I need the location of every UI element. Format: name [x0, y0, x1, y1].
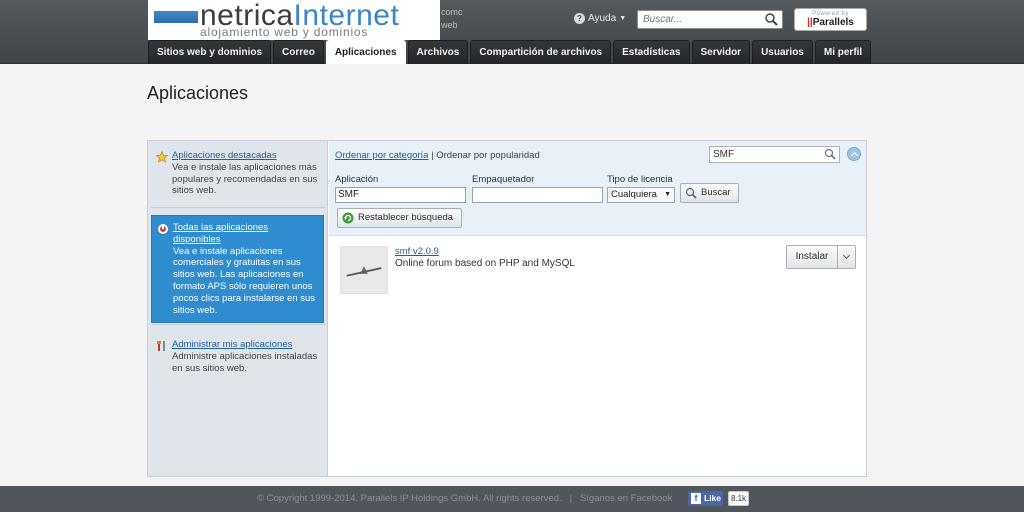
sidebar: Aplicaciones destacadas Vea e instale la…	[148, 141, 328, 476]
license-type-value: Cualquiera	[611, 189, 657, 200]
magnifier-icon	[685, 187, 697, 199]
footer-separator: |	[569, 493, 573, 504]
parallels-brand: ||Parallels	[807, 17, 854, 28]
application-input[interactable]: SMF	[335, 187, 466, 203]
sidebar-item-manage-desc: Administre aplicaciones instaladas en su…	[172, 350, 318, 374]
app-description: Online forum based on PHP and MySQL	[395, 258, 575, 269]
quick-search-field[interactable]: SMF	[709, 146, 840, 163]
catalog-icon	[158, 224, 168, 234]
facebook-icon: f	[691, 493, 701, 504]
tab-files[interactable]: Archivos	[407, 40, 469, 64]
reset-icon	[342, 212, 354, 224]
tab-server[interactable]: Servidor	[691, 40, 751, 64]
sort-separator: |	[431, 150, 434, 161]
account-info-line2: web	[441, 20, 458, 30]
collapse-filter-icon[interactable]	[847, 147, 861, 161]
company-logo[interactable]: netricaInternet alojamiento web y domini…	[148, 0, 440, 40]
catalog-main: Ordenar por categoría | Ordenar por popu…	[329, 141, 866, 476]
install-button[interactable]: Instalar	[786, 245, 838, 269]
sidebar-item-all-apps: Todas las aplicaciones disponibles Vea e…	[151, 215, 324, 324]
global-search	[637, 10, 783, 29]
tools-icon	[157, 341, 165, 351]
help-icon: ?	[574, 13, 585, 24]
help-menu[interactable]: ? Ayuda ▼	[574, 13, 626, 24]
search-button[interactable]: Buscar	[680, 183, 739, 203]
search-icon[interactable]	[763, 12, 779, 27]
footer: © Copyright 1999-2014. Parallels IP Hold…	[0, 486, 1024, 512]
packager-input[interactable]	[472, 187, 603, 203]
reset-search-button[interactable]: Restablecer búsqueda	[337, 208, 462, 228]
install-options-chevron-icon[interactable]	[838, 245, 856, 269]
tab-users[interactable]: Usuarios	[752, 40, 813, 64]
tab-statistics[interactable]: Estadísticas	[613, 40, 690, 64]
tab-file-sharing[interactable]: Compartición de archivos	[470, 40, 612, 64]
top-header: netricaInternet alojamiento web y domini…	[0, 0, 1024, 64]
filter-box: Ordenar por categoría | Ordenar por popu…	[329, 141, 866, 236]
sort-by-popularity-label: Ordenar por popularidad	[436, 150, 540, 161]
sidebar-item-manage: Administrar mis aplicaciones Administre …	[151, 333, 324, 380]
applications-panel: Aplicaciones destacadas Vea e instale la…	[147, 140, 867, 477]
app-thumbnail	[340, 246, 388, 294]
page-title: Aplicaciones	[147, 83, 249, 103]
application-label: Aplicación	[335, 174, 379, 185]
parallels-badge[interactable]: Powered by ||Parallels	[794, 8, 867, 31]
main-tabs: Sitios web y dominios Correo Aplicacione…	[148, 40, 873, 64]
like-count: 8.1k	[728, 491, 749, 506]
license-type-select[interactable]: Cualquiera ▼	[607, 187, 675, 203]
sidebar-item-all-apps-link[interactable]: Todas las aplicaciones disponibles	[173, 222, 317, 246]
tab-my-profile[interactable]: Mi perfil	[814, 40, 872, 64]
logo-mark	[154, 11, 198, 23]
sidebar-item-manage-link[interactable]: Administrar mis aplicaciones	[172, 339, 318, 351]
sidebar-divider	[151, 324, 325, 325]
packager-label: Empaquetador	[472, 174, 535, 185]
chevron-down-icon: ▼	[619, 15, 627, 22]
sidebar-item-featured: Aplicaciones destacadas Vea e instale la…	[151, 144, 324, 203]
app-name-link[interactable]: smf v2.0.9	[395, 246, 439, 257]
tab-applications[interactable]: Aplicaciones	[325, 40, 406, 64]
star-icon	[156, 151, 168, 163]
license-type-label: Tipo de licencia	[607, 174, 673, 185]
footer-text: © Copyright 1999-2014. Parallels IP Hold…	[257, 493, 672, 504]
sidebar-item-all-apps-desc: Vea e instale aplicaciones comerciales y…	[173, 245, 316, 316]
quick-search-value: SMF	[713, 149, 735, 160]
facebook-like-button[interactable]: f Like	[688, 491, 723, 506]
tab-mail[interactable]: Correo	[273, 40, 324, 64]
sort-options: Ordenar por categoría | Ordenar por popu…	[335, 150, 540, 161]
chevron-down-icon: ▼	[664, 191, 671, 198]
search-icon[interactable]	[823, 148, 837, 161]
sort-by-category-link[interactable]: Ordenar por categoría	[335, 150, 428, 161]
copyright: © Copyright 1999-2014. Parallels IP Hold…	[257, 493, 562, 504]
account-info[interactable]: comc web	[441, 6, 463, 32]
tab-sites-domains[interactable]: Sitios web y dominios	[148, 40, 272, 64]
follow-facebook-link[interactable]: Síganos en Facebook	[580, 493, 672, 504]
account-info-line1: comc	[441, 7, 463, 17]
sidebar-item-featured-desc: Vea e instale las aplicaciones más popul…	[172, 161, 318, 197]
list-item: smf v2.0.9 Online forum based on PHP and…	[329, 237, 866, 307]
global-search-input[interactable]	[638, 11, 758, 28]
sidebar-divider	[151, 207, 325, 208]
logo-tagline: alojamiento web y dominios	[200, 25, 369, 39]
help-label: Ayuda	[588, 13, 617, 24]
sidebar-item-featured-link[interactable]: Aplicaciones destacadas	[172, 150, 318, 162]
